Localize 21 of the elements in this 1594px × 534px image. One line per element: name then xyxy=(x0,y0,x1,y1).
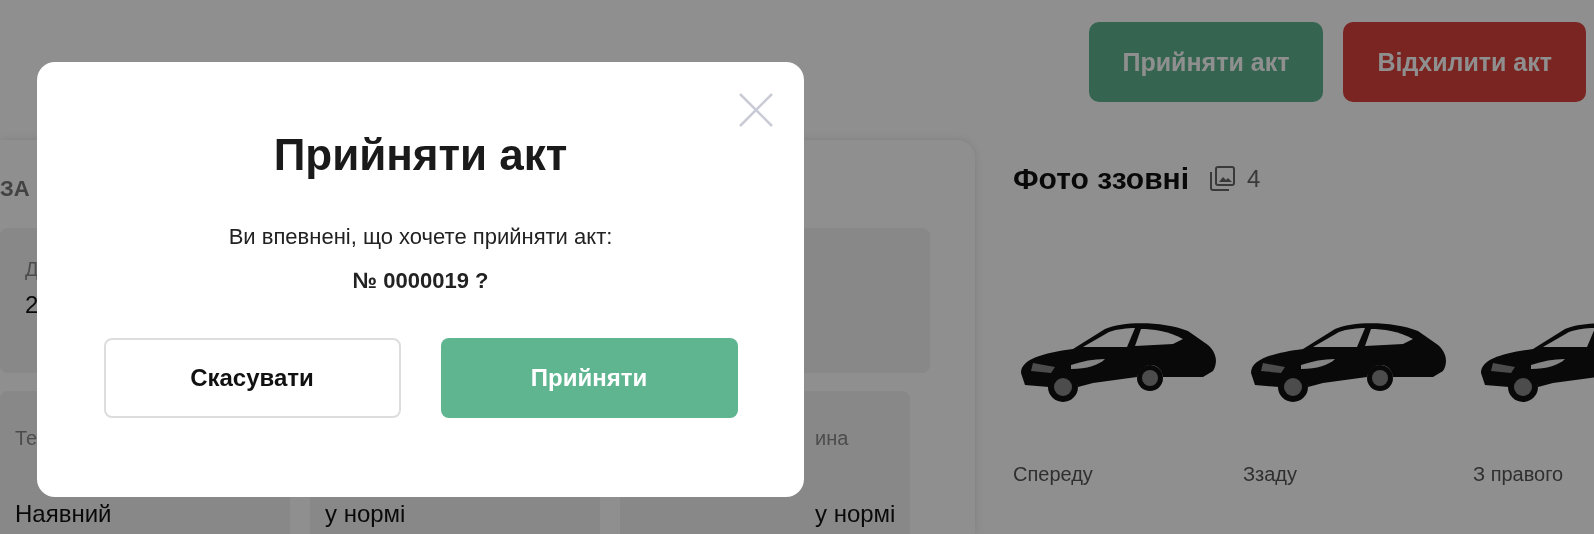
field-label: Те xyxy=(15,427,38,450)
dialog-message: Ви впевнені, що хочете прийняти акт: xyxy=(228,224,613,250)
field-label: ина xyxy=(815,427,849,450)
accept-button[interactable]: Прийняти акт xyxy=(1088,22,1324,102)
photo-caption: Спереду xyxy=(1013,463,1093,486)
cancel-button[interactable]: Скасувати xyxy=(103,338,401,418)
field-value: 2 xyxy=(25,291,39,319)
section-heading: ЗА xyxy=(0,176,30,202)
gallery-icon xyxy=(1207,164,1238,194)
dialog-title: Прийняти акт xyxy=(273,130,568,180)
confirm-button[interactable]: Прийняти xyxy=(440,338,738,418)
field-value: Наявний xyxy=(15,500,112,528)
photo-count: 4 xyxy=(1247,165,1261,193)
photo-caption: З правого xyxy=(1473,463,1564,486)
section-title: Фото ззовні xyxy=(1013,162,1190,196)
field-value: у нормі xyxy=(815,500,896,528)
field-value: у нормі xyxy=(325,500,406,528)
reject-button[interactable]: Відхилити акт xyxy=(1343,22,1586,102)
act-number: № 0000019 ? xyxy=(352,268,489,294)
photo-caption: Ззаду xyxy=(1243,463,1298,486)
close-icon[interactable] xyxy=(738,92,774,128)
